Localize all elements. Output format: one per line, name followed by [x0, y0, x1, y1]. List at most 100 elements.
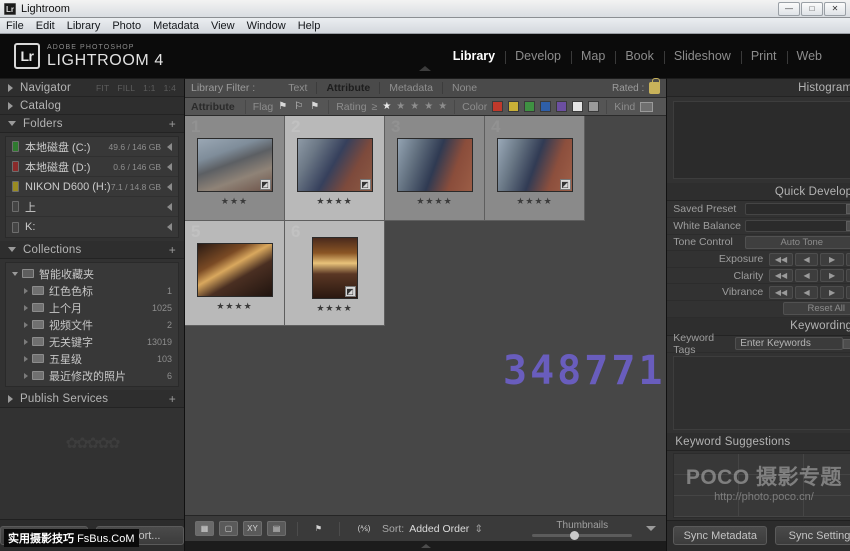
- flag-unflag-icon[interactable]: ⚐: [294, 101, 305, 112]
- slider-track[interactable]: [532, 534, 632, 537]
- maximize-button[interactable]: □: [801, 2, 823, 16]
- menu-item-metadata[interactable]: Metadata: [153, 20, 199, 32]
- panel-folders-header[interactable]: Folders +: [0, 115, 184, 133]
- develop-badge-icon[interactable]: ◩: [560, 179, 571, 190]
- panel-catalog-header[interactable]: Catalog: [0, 97, 184, 115]
- collection-group[interactable]: 智能收藏夹: [6, 265, 178, 282]
- add-collection-icon[interactable]: +: [169, 245, 176, 255]
- module-book[interactable]: Book: [615, 49, 664, 63]
- keyword-suggestions-grid[interactable]: [673, 453, 850, 518]
- list-item[interactable]: 五星级 103: [6, 350, 178, 367]
- list-item[interactable]: 最近修改的照片 6: [6, 367, 178, 384]
- module-library[interactable]: Library: [443, 49, 505, 63]
- photo-thumbnail[interactable]: ◩: [197, 138, 273, 192]
- filmstrip-toggle[interactable]: [185, 541, 666, 551]
- exposure-decrease-small[interactable]: ◀: [795, 253, 819, 266]
- cell-rating[interactable]: ★★★★: [416, 196, 452, 207]
- volume-arrow-icon[interactable]: [167, 203, 172, 211]
- zoom-fit[interactable]: FIT: [96, 83, 109, 93]
- reset-all-button[interactable]: Reset All: [783, 302, 850, 315]
- grid-cell[interactable]: 5 ★★★★: [185, 221, 285, 326]
- rating-star-2[interactable]: ★: [396, 101, 405, 112]
- color-swatch-yellow[interactable]: [508, 101, 519, 112]
- module-web[interactable]: Web: [787, 49, 832, 63]
- panel-navigator-header[interactable]: Navigator FIT FILL 1:1 1:4: [0, 79, 184, 97]
- grid-view-icon[interactable]: ▦: [195, 521, 214, 536]
- kind-master-photo-icon[interactable]: [640, 102, 653, 112]
- loupe-view-icon[interactable]: ▢: [219, 521, 238, 536]
- panel-collections-header[interactable]: Collections +: [0, 241, 184, 259]
- folder-row[interactable]: 上: [6, 197, 178, 217]
- vibrance-decrease-large[interactable]: ◀◀: [769, 286, 793, 299]
- vibrance-increase-large[interactable]: ▶▶: [846, 286, 850, 299]
- vibrance-decrease-small[interactable]: ◀: [795, 286, 819, 299]
- top-panel-toggle-arrow[interactable]: [419, 66, 431, 71]
- exposure-decrease-large[interactable]: ◀◀: [769, 253, 793, 266]
- grid-cell[interactable]: 6 ◩ ★★★★: [285, 221, 385, 326]
- develop-badge-icon[interactable]: ◩: [345, 286, 356, 297]
- zoom-1-4[interactable]: 1:4: [164, 83, 176, 93]
- cell-rating[interactable]: ★★★★: [316, 303, 352, 314]
- panel-keyword-suggestions-header[interactable]: Keyword Suggestions: [667, 433, 850, 451]
- az-sort-icon[interactable]: (⅍): [351, 521, 377, 536]
- list-item[interactable]: 视频文件 2: [6, 316, 178, 333]
- filter-tab-metadata[interactable]: Metadata: [379, 82, 442, 94]
- folder-row[interactable]: NIKON D600 (H:) 7.1 / 14.8 GB: [6, 177, 178, 197]
- filter-tab-text[interactable]: Text: [279, 82, 316, 94]
- stepper-icon[interactable]: [843, 339, 850, 349]
- identity-plate[interactable]: Lr ADOBE PHOTOSHOP LIGHTROOM 4: [0, 43, 164, 69]
- volume-arrow-icon[interactable]: [167, 223, 172, 231]
- thumbnail-size-slider[interactable]: Thumbnails: [532, 520, 632, 537]
- cell-rating[interactable]: ★★★★: [216, 301, 252, 312]
- close-button[interactable]: ✕: [824, 2, 846, 16]
- minimize-button[interactable]: —: [778, 2, 800, 16]
- menu-item-library[interactable]: Library: [67, 20, 101, 32]
- exposure-increase-large[interactable]: ▶▶: [846, 253, 850, 266]
- panel-quick-develop-header[interactable]: Quick Develop: [667, 183, 850, 201]
- clarity-increase-large[interactable]: ▶▶: [846, 269, 850, 282]
- folder-row[interactable]: 本地磁盘 (C:) 49.6 / 146 GB: [6, 137, 178, 157]
- menu-item-file[interactable]: File: [6, 20, 24, 32]
- clarity-decrease-large[interactable]: ◀◀: [769, 269, 793, 282]
- color-swatch-red[interactable]: [492, 101, 503, 112]
- sync-settings-button[interactable]: Sync Settings: [775, 526, 850, 545]
- rating-star-3[interactable]: ★: [410, 101, 419, 112]
- vibrance-increase-small[interactable]: ▶: [820, 286, 844, 299]
- white-balance-select[interactable]: [745, 220, 850, 232]
- stepper-icon[interactable]: [846, 204, 850, 214]
- list-item[interactable]: 红色色标 1: [6, 282, 178, 299]
- zoom-1-1[interactable]: 1:1: [143, 83, 155, 93]
- grid-cell[interactable]: 4 ◩ ★★★★: [485, 116, 585, 221]
- flag-pick-icon[interactable]: ⚑: [278, 101, 289, 112]
- cell-rating[interactable]: ★★★★: [316, 196, 352, 207]
- rating-operator[interactable]: ≥: [372, 101, 378, 113]
- filter-tab-attribute[interactable]: Attribute: [316, 82, 379, 94]
- menu-item-window[interactable]: Window: [247, 20, 286, 32]
- panel-publish-header[interactable]: Publish Services +: [0, 390, 184, 408]
- clarity-increase-small[interactable]: ▶: [820, 269, 844, 282]
- menu-item-view[interactable]: View: [211, 20, 235, 32]
- clarity-decrease-small[interactable]: ◀: [795, 269, 819, 282]
- photo-thumbnail[interactable]: [197, 243, 273, 297]
- photo-thumbnail[interactable]: ◩: [312, 237, 358, 299]
- cell-rating[interactable]: ★★★★: [516, 196, 552, 207]
- filter-tab-none[interactable]: None: [442, 82, 486, 94]
- exposure-increase-small[interactable]: ▶: [820, 253, 844, 266]
- compare-view-icon[interactable]: XY: [243, 521, 262, 536]
- color-swatch-green[interactable]: [524, 101, 535, 112]
- photo-thumbnail[interactable]: ◩: [297, 138, 373, 192]
- rating-star-5[interactable]: ★: [438, 101, 447, 112]
- sync-metadata-button[interactable]: Sync Metadata: [673, 526, 767, 545]
- add-folder-icon[interactable]: +: [169, 119, 176, 129]
- thumbnail-grid[interactable]: 1 ◩ ★★★ 2 ◩ ★★★★ 3: [185, 116, 666, 515]
- keyword-input[interactable]: Enter Keywords: [735, 337, 843, 350]
- keyword-tags-area[interactable]: [673, 356, 850, 430]
- zoom-fill[interactable]: FILL: [117, 83, 135, 93]
- list-item[interactable]: 上个月 1025: [6, 299, 178, 316]
- photo-thumbnail[interactable]: [397, 138, 473, 192]
- photo-thumbnail[interactable]: ◩: [497, 138, 573, 192]
- auto-tone-button[interactable]: Auto Tone: [745, 236, 850, 249]
- module-slideshow[interactable]: Slideshow: [664, 49, 741, 63]
- color-swatch-blue[interactable]: [540, 101, 551, 112]
- module-map[interactable]: Map: [571, 49, 615, 63]
